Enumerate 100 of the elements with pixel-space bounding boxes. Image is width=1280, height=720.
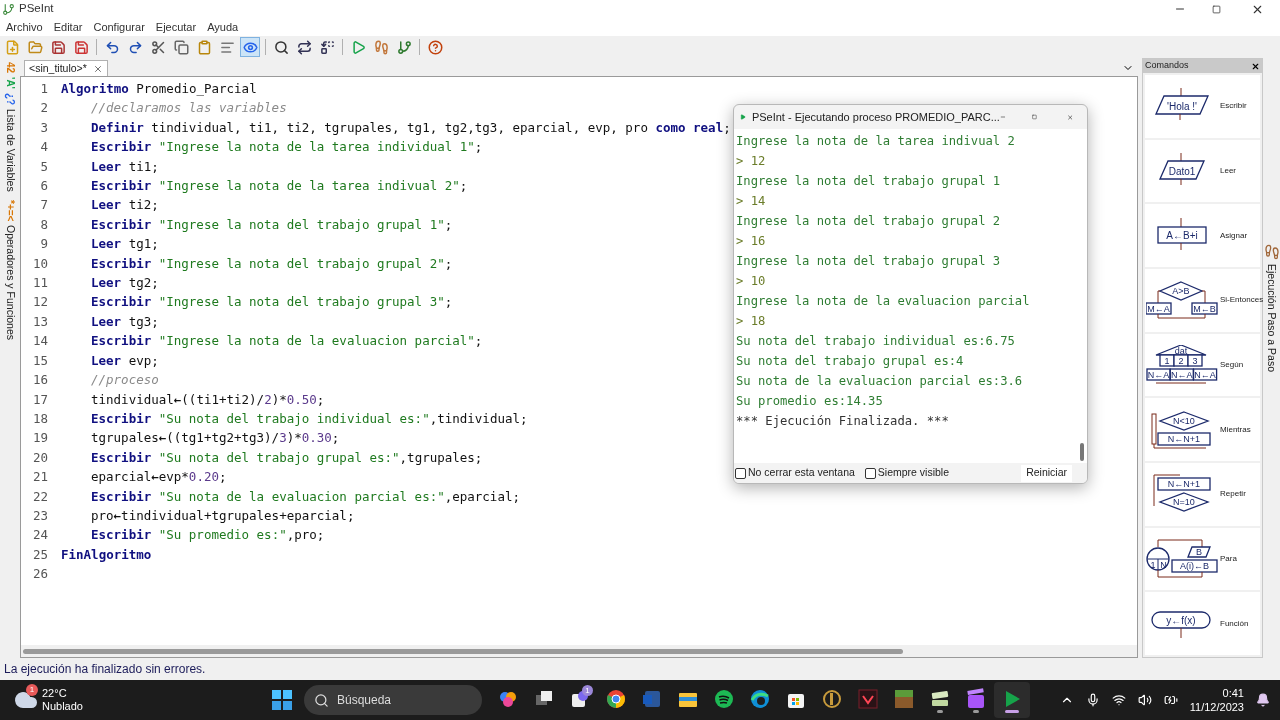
clapper-icon <box>965 687 987 710</box>
speaker-icon[interactable] <box>1137 693 1152 707</box>
panel-title: Comandos <box>1145 59 1189 73</box>
console-line: *** Ejecución Finalizada. *** <box>736 413 950 430</box>
folder-icon <box>27 39 43 55</box>
flowchart-drawing: N<10 N←N+1 <box>1146 409 1218 450</box>
editor-tab[interactable]: <sin_titulo>* <box>24 60 108 76</box>
menu-item[interactable]: Configurar <box>93 18 145 36</box>
line-number: 25 <box>31 545 48 564</box>
line-number: 6 <box>39 177 48 196</box>
search-field[interactable]: Búsqueda <box>304 685 482 715</box>
panel-symbol: *+=< <box>4 200 16 222</box>
flowchart-icon <box>396 39 412 55</box>
battery-icon[interactable] <box>1163 693 1178 707</box>
menu-item[interactable]: Archivo <box>6 18 43 36</box>
app-logo-icon <box>2 2 15 16</box>
line-number: 8 <box>39 215 48 234</box>
flowchart-drawing: dat 1 N←A 2 N←A 3 N←A <box>1146 345 1218 385</box>
console-line: > 18 <box>736 313 767 330</box>
command-item[interactable]: A←B+i Asignar <box>1145 204 1260 267</box>
restart-button[interactable]: Reiniciar <box>1021 464 1072 482</box>
console-line: > 14 <box>736 193 767 210</box>
line-number: 3 <box>39 118 48 137</box>
window-title: PSeInt - Ejecutando proceso PROMEDIO_PARC... <box>751 109 1000 125</box>
code-line: Escribir "Ingrese la nota de la tarea individual 1"; <box>91 138 483 157</box>
circle-logo-icon <box>821 687 843 710</box>
browser-globe-icon <box>605 687 627 710</box>
command-item[interactable]: dat 1 N←A 2 N←A 3 N←A Según <box>1145 333 1260 397</box>
panel-symbol: ¿? <box>4 93 16 106</box>
notification-badge: 1 <box>582 685 593 696</box>
line-number: 22 <box>31 487 48 506</box>
clock-time[interactable]: 0:41 <box>1222 686 1244 700</box>
maximize-icon[interactable] <box>1031 112 1037 122</box>
bell-icon[interactable] <box>1256 693 1270 707</box>
line-number: 11 <box>31 274 48 293</box>
menu-item[interactable]: Editar <box>53 18 83 36</box>
code-line: Leer evp; <box>91 351 159 370</box>
code-line: Escribir "Su promedio es:",pro; <box>91 526 325 545</box>
command-item[interactable]: y←f(x) Función <box>1145 592 1260 656</box>
code-line: Leer tg3; <box>91 312 159 331</box>
temperature: 22°C <box>42 687 68 700</box>
checkbox-label: No cerrar esta ventana <box>748 465 855 481</box>
microphone-icon[interactable] <box>1085 693 1100 707</box>
taskbar-app[interactable] <box>994 682 1030 718</box>
code-line: pro←tindividual+tgrupales+eparcial; <box>91 506 355 525</box>
command-item[interactable]: 'Hola !' Escribir <box>1145 75 1260 138</box>
flowchart-drawing: N←N+1 N=10 <box>1146 474 1218 515</box>
redo-icon <box>127 39 143 55</box>
side-panel-tab[interactable]: Lista de Variables <box>2 109 18 192</box>
line-number: 24 <box>31 526 48 545</box>
code-line: Definir tindividual, ti1, ti2, tgrupales, tg1, tg2,tg3, eparcial, evp, pro como real; <box>91 118 731 137</box>
line-number: 17 <box>31 390 48 409</box>
side-panel-tab[interactable]: Operadores y Funciones <box>2 225 18 341</box>
maximize-icon[interactable] <box>1212 4 1221 14</box>
copy-icon <box>173 39 189 55</box>
undo-icon <box>104 39 120 55</box>
code-line: Escribir "Ingrese la nota de la tarea indivual 2"; <box>91 177 468 196</box>
code-line: Escribir "Su nota del trabajo individual es:",tindividual; <box>91 409 528 428</box>
line-number: 4 <box>39 138 48 157</box>
line-number: 16 <box>31 371 48 390</box>
eye-icon <box>242 39 258 55</box>
command-item[interactable]: N<10 N←N+1 Mientras <box>1145 398 1260 462</box>
line-number: 9 <box>39 235 48 254</box>
line-number: 26 <box>31 565 48 584</box>
side-panel-tab[interactable]: Ejecución Paso a Paso <box>1263 264 1280 372</box>
code-line: tgrupales←((tg1+tg2+tg3)/3)*0.30; <box>91 429 340 448</box>
code-line: Escribir "Su nota del trabajo grupal es:",tgrupales; <box>91 448 483 467</box>
code-line: Leer tg2; <box>91 274 159 293</box>
clipboard-icon <box>196 39 212 55</box>
panel-symbol: 42 <box>4 62 16 74</box>
help-icon <box>427 39 443 55</box>
code-line: Escribir "Su nota de la evaluacion parcial es:",eparcial; <box>91 487 520 506</box>
replace-icon <box>319 39 335 55</box>
checkbox[interactable] <box>735 467 746 479</box>
scissors-icon <box>150 39 166 55</box>
command-item[interactable]: N←N+1 N=10 Repetir <box>1145 463 1260 526</box>
search-icon <box>314 692 329 708</box>
eye-button[interactable] <box>240 37 260 57</box>
weather-condition: Nublado <box>42 700 83 713</box>
console-line: Ingrese la nota de la tarea indivual 2 <box>736 133 1016 150</box>
browser-wave-icon <box>749 687 771 710</box>
horizontal-scrollbar[interactable] <box>21 645 1137 657</box>
clock-date[interactable]: 11/12/2023 <box>1189 700 1244 714</box>
menu-item[interactable]: Ayuda <box>207 18 239 36</box>
start-icon[interactable] <box>272 690 292 710</box>
line-number: 14 <box>31 332 48 351</box>
flowchart-drawing: y←f(x) <box>1146 603 1218 644</box>
menu-item[interactable]: Ejecutar <box>155 18 197 36</box>
command-item[interactable]: Dato1 Leer <box>1145 139 1260 203</box>
line-number: 5 <box>39 157 48 176</box>
line-number: 23 <box>31 506 48 525</box>
console-line: Ingrese la nota de la evaluacion parcial <box>736 293 1031 310</box>
line-number: 18 <box>31 409 48 428</box>
checkbox[interactable] <box>864 467 876 479</box>
footprints-icon <box>373 39 389 55</box>
code-comment: //declaramos las variables <box>91 99 287 118</box>
wifi-icon[interactable] <box>1111 693 1126 707</box>
code-line: Escribir "Ingrese la nota del trabajo grupal 1"; <box>91 215 453 234</box>
close-icon[interactable] <box>1251 61 1260 71</box>
footprints-icon <box>1263 244 1280 260</box>
